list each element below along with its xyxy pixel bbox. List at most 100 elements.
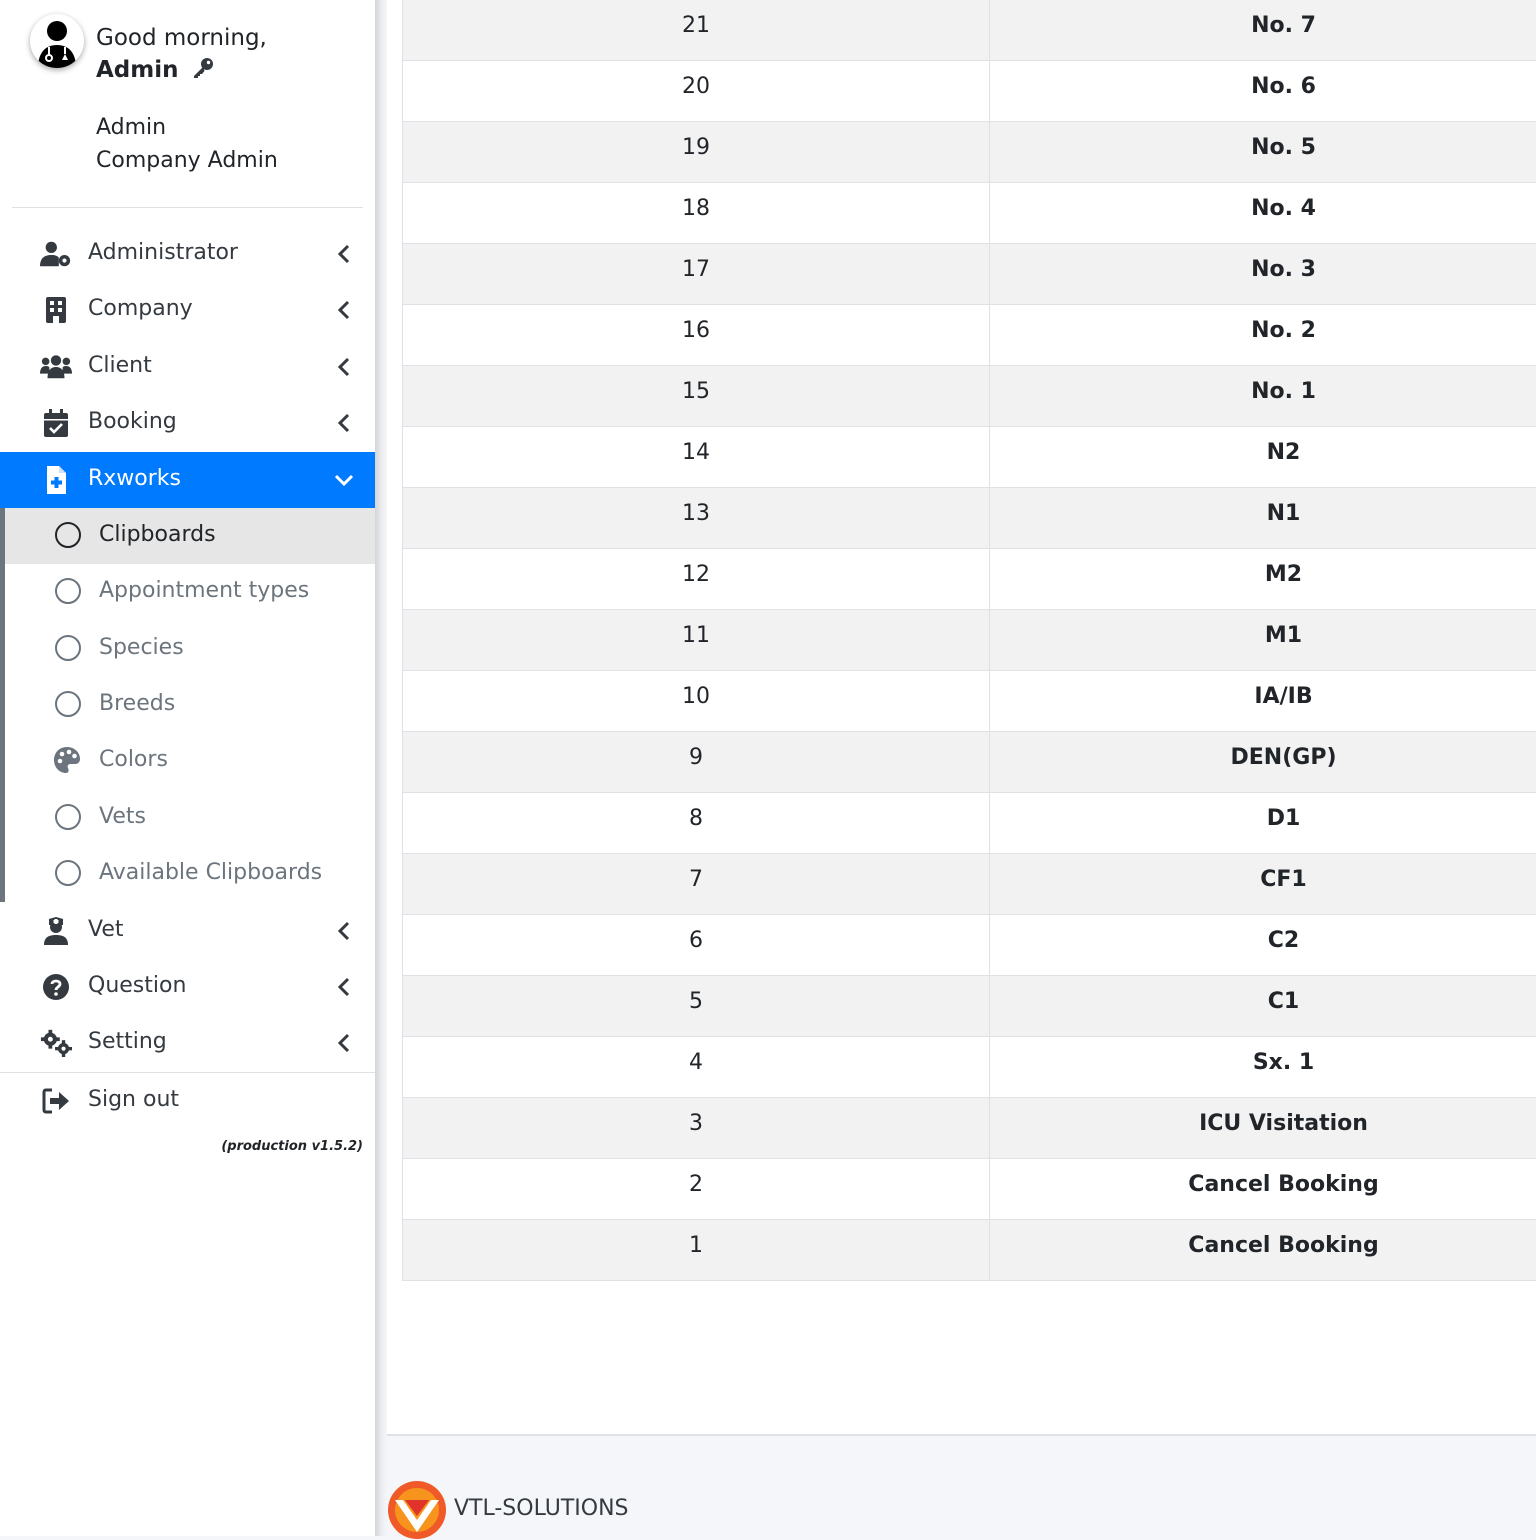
sidebar-item-vet[interactable]: Vet [0,903,375,959]
cell-id: 13 [403,488,990,548]
cell-name: IA/IB [1254,684,1313,709]
cell-name: Cancel Booking [1188,1233,1379,1258]
table-row[interactable]: 17 No. 3 [403,244,1536,305]
cell-name: N1 [1266,501,1301,526]
user-gear-icon [40,240,72,268]
sidebar-item-label: Booking [88,409,177,434]
table-row[interactable]: 4 Sx. 1 [403,1037,1536,1098]
submenu-item-available-clipboards[interactable]: Available Clipboards [5,846,375,902]
table-row[interactable]: 14 N2 [403,427,1536,488]
submenu-item-label: Colors [99,747,168,772]
submenu-item-colors[interactable]: Colors [5,733,375,789]
cell-id: 11 [403,610,990,670]
submenu-item-breeds[interactable]: Breeds [5,677,375,733]
sidebar-item-label: Company [88,296,193,321]
table-row[interactable]: 3 ICU Visitation [403,1098,1536,1159]
submenu-item-appointment-types[interactable]: Appointment types [5,564,375,620]
sign-out-button[interactable]: Sign out [0,1073,375,1129]
greeting-text: Good morning, [96,25,267,51]
table-row[interactable]: 6 C2 [403,915,1536,976]
cell-id: 17 [403,244,990,304]
chevron-down-icon [334,474,354,487]
cell-name: No. 2 [1251,318,1316,343]
cell-name: No. 6 [1251,74,1316,99]
cell-name: Sx. 1 [1252,1050,1315,1075]
table-row[interactable]: 5 C1 [403,976,1536,1037]
cell-name: M1 [1264,623,1303,648]
chevron-left-icon [337,1033,350,1053]
user-role: Admin Company Admin [96,111,278,177]
table-row[interactable]: 11 M1 [403,610,1536,671]
sidebar-item-label: Setting [88,1029,167,1054]
sidebar-item-client[interactable]: Client [0,339,375,395]
sidebar-item-label: Rxworks [88,466,182,491]
table-row[interactable]: 9 DEN(GP) [403,732,1536,793]
sidebar-item-booking[interactable]: Booking [0,395,375,451]
chevron-left-icon [337,300,350,320]
submenu-item-clipboards[interactable]: Clipboards [5,508,375,564]
table-row[interactable]: 18 No. 4 [403,183,1536,244]
table-row[interactable]: 13 N1 [403,488,1536,549]
sign-out-icon [40,1087,72,1115]
chevron-left-icon [337,977,350,997]
sidebar-item-rxworks[interactable]: Rxworks [0,452,375,508]
sidebar-item-label: Administrator [88,240,238,265]
submenu-item-species[interactable]: Species [5,621,375,677]
circle-icon [55,804,81,830]
cell-id: 16 [403,305,990,365]
sidebar-shadow [375,0,387,1536]
user-name: Admin [96,57,179,83]
cell-name: D1 [1266,806,1301,831]
submenu-item-label: Clipboards [99,522,216,547]
sidebar-item-setting[interactable]: Setting [0,1015,375,1071]
sidebar-item-administrator[interactable]: Administrator [0,226,375,282]
clipboards-card: 21 No. 7 20 No. 6 19 No. 5 18 No. 4 17 No. 3 16 No.… [387,0,1536,1436]
sidebar: Good morning, Admin Admin Company Admin [0,0,375,1536]
submenu-item-label: Breeds [99,691,176,716]
file-medical-icon [40,466,72,494]
chevron-left-icon [337,413,350,433]
table-row[interactable]: 12 M2 [403,549,1536,610]
palette-icon [54,747,80,773]
cell-id: 9 [403,732,990,792]
circle-icon [55,860,81,886]
cell-name: ICU Visitation [1199,1111,1368,1136]
table-row[interactable]: 1 Cancel Booking [403,1220,1536,1281]
users-icon [40,353,72,381]
footer: VTL-SOLUTIONS [387,1470,1536,1539]
cell-id: 8 [403,793,990,853]
submenu-item-vets[interactable]: Vets [5,790,375,846]
submenu-item-label: Available Clipboards [99,860,323,885]
cell-name: N2 [1266,440,1301,465]
footer-brand: VTL-SOLUTIONS [454,1496,629,1521]
sidebar-item-company[interactable]: Company [0,282,375,338]
avatar[interactable] [30,14,84,68]
cell-name: C2 [1267,928,1300,953]
sidebar-item-label: Client [88,353,152,378]
calendar-check-icon [40,409,72,437]
circle-icon [55,578,81,604]
sidebar-item-question[interactable]: Question [0,959,375,1015]
user-role-name: Admin [96,115,167,140]
circle-icon [55,691,81,717]
table-row[interactable]: 15 No. 1 [403,366,1536,427]
cell-id: 4 [403,1037,990,1097]
user-nurse-icon [40,917,72,945]
cell-id: 20 [403,61,990,121]
cell-id: 6 [403,915,990,975]
table-row[interactable]: 21 No. 7 [403,0,1536,61]
table-row[interactable]: 16 No. 2 [403,305,1536,366]
circle-icon [55,635,81,661]
table-row[interactable]: 8 D1 [403,793,1536,854]
table-row[interactable]: 20 No. 6 [403,61,1536,122]
circle-icon [55,522,81,548]
table-row[interactable]: 19 No. 5 [403,122,1536,183]
chevron-left-icon [337,244,350,264]
table-row[interactable]: 7 CF1 [403,854,1536,915]
cell-id: 5 [403,976,990,1036]
cell-name: No. 4 [1251,196,1316,221]
cell-id: 21 [403,0,990,60]
user-role-company: Company Admin [96,148,278,173]
table-row[interactable]: 2 Cancel Booking [403,1159,1536,1220]
table-row[interactable]: 10 IA/IB [403,671,1536,732]
